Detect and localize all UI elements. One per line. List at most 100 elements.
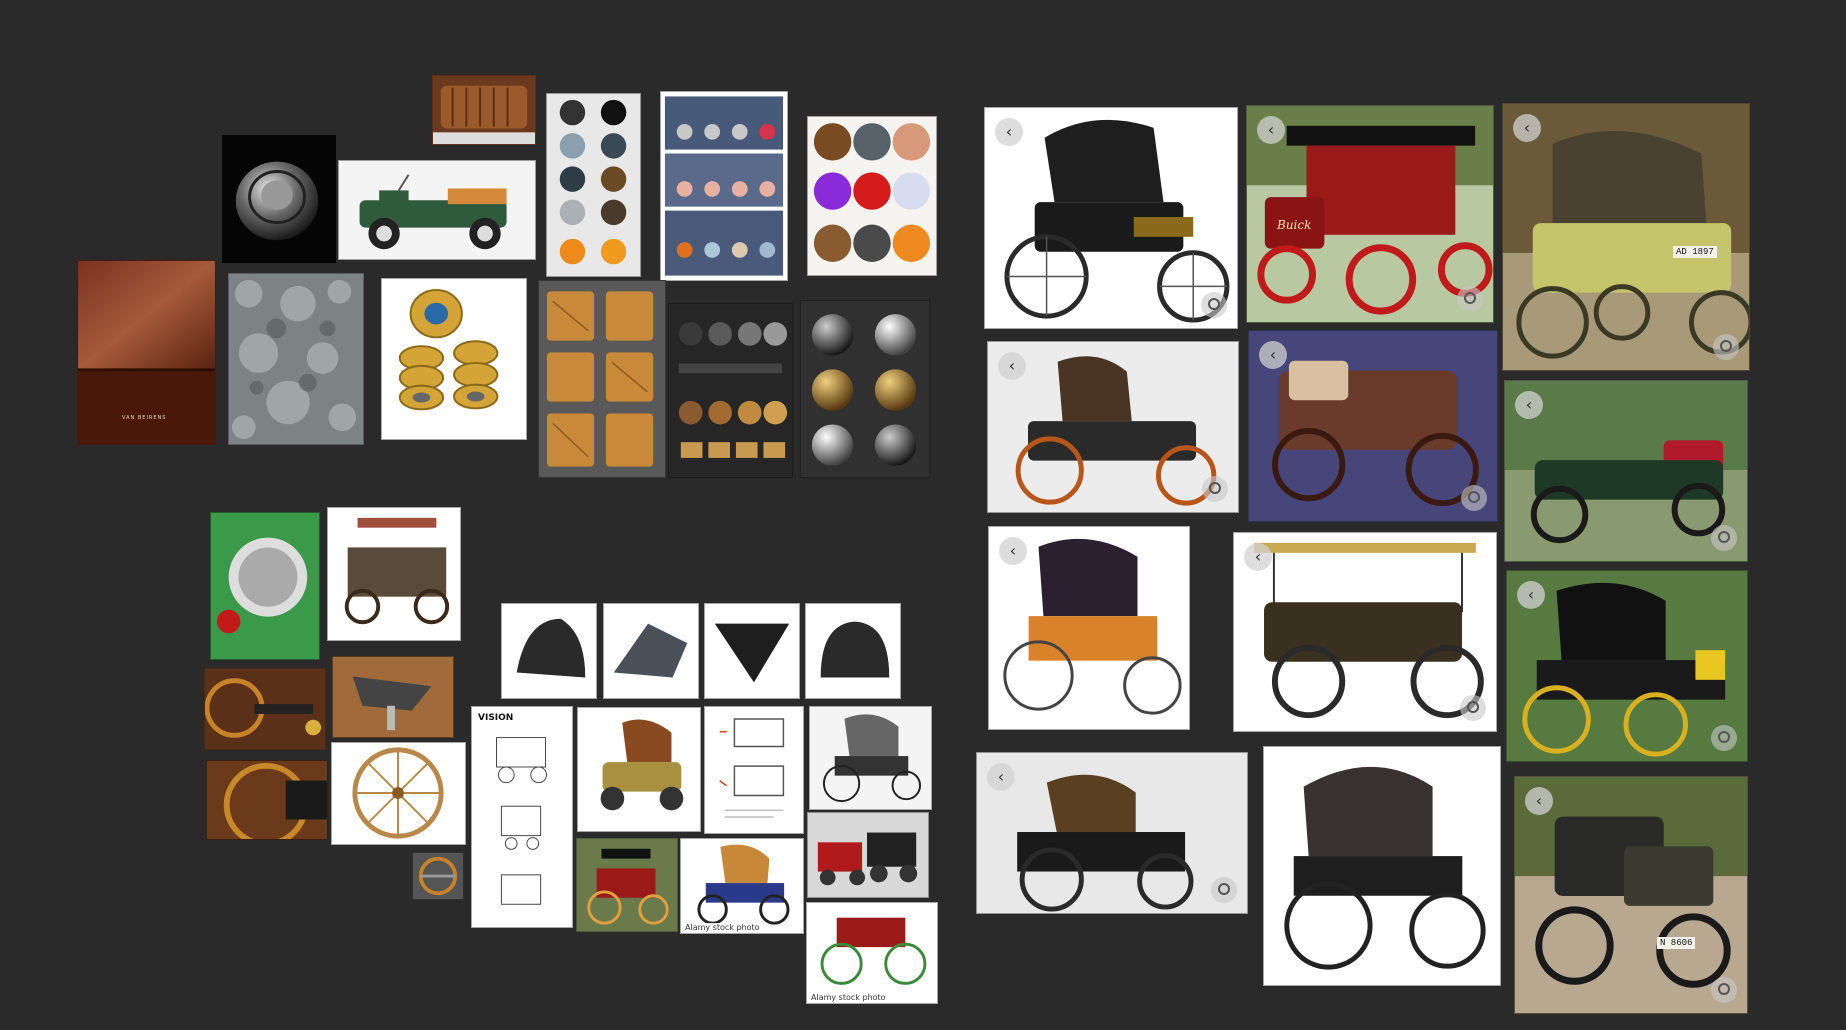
seat-mechanism-photo[interactable] [332, 656, 454, 738]
prev-chevron-icon[interactable]: ‹ [987, 763, 1015, 791]
black-yellow-carriage[interactable]: ‹ [1506, 570, 1748, 762]
toy-truck-image [339, 161, 535, 259]
olive-veteran-car-image [1503, 104, 1749, 370]
dark-veteran-car[interactable]: N 8606 ‹ [1514, 776, 1748, 1014]
steering-photo-1[interactable] [204, 668, 326, 750]
buick-red-car[interactable]: Buick ‹ [1246, 105, 1494, 323]
stock-caption: Alamy stock photo [809, 993, 888, 1002]
prev-chevron-icon[interactable]: ‹ [1515, 391, 1543, 419]
prev-chevron-icon[interactable]: ‹ [1257, 116, 1285, 144]
leather-brand-text: VAN BEIRENS [122, 415, 167, 421]
prev-chevron-icon[interactable]: ‹ [1259, 341, 1287, 369]
material-presets-image [669, 304, 792, 477]
visual-search-icon[interactable] [1211, 877, 1237, 903]
metal-spheres-image [801, 301, 929, 477]
rusty-vehicle-photo[interactable] [327, 507, 461, 641]
leather-seat-image [433, 76, 535, 144]
museum-carriage-2-image [977, 753, 1247, 913]
hammered-metal-texture[interactable] [228, 273, 364, 445]
hood-render-3[interactable] [704, 603, 800, 699]
black-hood-carriage[interactable] [1263, 746, 1501, 986]
material-grid-image [661, 92, 787, 280]
visual-search-icon[interactable] [1711, 525, 1737, 551]
orange-carriage[interactable]: ‹ [988, 526, 1190, 730]
blue-carriage-drawing[interactable]: Alamy stock photo [680, 838, 804, 934]
bw-carriage-drawing[interactable] [809, 706, 932, 810]
hood-render-1[interactable] [501, 603, 597, 699]
steering-2-image [207, 761, 327, 839]
green-wheel-carriage[interactable]: Alamy stock photo [806, 902, 938, 1004]
showroom-image [808, 813, 928, 897]
leather-seat-photo[interactable] [432, 75, 536, 145]
hood-diagram-image [705, 707, 803, 833]
hood-diagram[interactable] [704, 706, 804, 834]
bearings-image [382, 279, 526, 439]
veteran-car-museum[interactable]: ‹ [987, 341, 1239, 513]
green-headlight-photo[interactable] [210, 512, 320, 660]
wood-metal-spheres-image [808, 117, 936, 275]
steering-photo-2[interactable] [206, 760, 328, 840]
wood-grain-sheet[interactable] [538, 280, 666, 478]
visual-search-icon[interactable] [1457, 286, 1483, 312]
prev-chevron-icon[interactable]: ‹ [1517, 581, 1545, 609]
red-carriage-photo[interactable] [576, 838, 678, 932]
visual-search-icon[interactable] [1461, 485, 1487, 511]
gold-car-render-image [578, 708, 700, 831]
buick-red-car-image [1247, 106, 1493, 322]
visual-search-icon[interactable] [1711, 725, 1737, 751]
wood-grain-image [539, 281, 665, 477]
hood-render-4[interactable] [805, 603, 901, 699]
wood-metal-spheres[interactable] [807, 116, 937, 276]
visual-search-icon[interactable] [1201, 292, 1227, 318]
dark-veteran-car-image [1515, 777, 1747, 1013]
hood-render-3-image [705, 604, 799, 698]
prev-chevron-icon[interactable]: ‹ [1525, 787, 1553, 815]
prev-chevron-icon[interactable]: ‹ [999, 537, 1027, 565]
material-spheres-image [547, 94, 640, 276]
steering-1-image [205, 669, 325, 749]
prev-chevron-icon[interactable]: ‹ [998, 352, 1026, 380]
steering-wheel-small[interactable] [412, 852, 464, 900]
brass-bearings-photo[interactable] [381, 278, 527, 440]
green-open-car[interactable]: ‹ [1504, 380, 1748, 562]
veteran-car-purple-bg[interactable]: ‹ [1248, 330, 1498, 522]
blueprint-label: VISION [478, 713, 514, 723]
metal-knob-photo[interactable] [222, 135, 336, 263]
prev-chevron-icon[interactable]: ‹ [1244, 543, 1272, 571]
prev-chevron-icon[interactable]: ‹ [1513, 114, 1541, 142]
veteran-car-1-image [985, 108, 1237, 328]
blueprint-image [472, 708, 572, 926]
hood-render-4-image [806, 604, 900, 698]
buick-badge: Buick [1277, 218, 1312, 232]
material-spheres-chart[interactable] [546, 93, 641, 277]
material-presets-sheet[interactable] [668, 303, 793, 478]
visual-search-icon[interactable] [1460, 695, 1486, 721]
wooden-wheel-photo[interactable] [331, 742, 466, 845]
visual-search-icon[interactable] [1202, 476, 1228, 502]
blueprint-sheet[interactable]: VISION [471, 706, 573, 928]
wooden-wheel-image [332, 743, 465, 844]
olive-veteran-car[interactable]: AD 1897 ‹ [1502, 103, 1750, 371]
bw-carriage-image [810, 707, 931, 809]
stock-caption: Alamy stock photo [683, 923, 762, 932]
steering-wheel-small-image [413, 853, 463, 899]
visual-search-icon[interactable] [1711, 977, 1737, 1003]
green-wheel-carriage-image [807, 903, 937, 1003]
rusty-vehicle-image [328, 508, 460, 640]
seat-mechanism-image [333, 657, 453, 737]
hood-render-2-image [604, 604, 698, 698]
prev-chevron-icon[interactable]: ‹ [995, 118, 1023, 146]
showroom-cars-photo[interactable] [807, 812, 929, 898]
visual-search-icon[interactable] [1713, 334, 1739, 360]
material-grid-sheet[interactable] [660, 91, 788, 281]
red-carriage-image [577, 839, 677, 931]
museum-carriage-2[interactable]: ‹ [976, 752, 1248, 914]
surrey-top-car[interactable]: ‹ [1233, 532, 1497, 732]
metal-knob-image [223, 136, 335, 262]
veteran-car-1[interactable]: ‹ [984, 107, 1238, 329]
metal-spheres-sheet[interactable] [800, 300, 930, 478]
gold-car-render[interactable] [577, 707, 701, 832]
toy-truck-photo[interactable] [338, 160, 536, 260]
hood-render-2[interactable] [603, 603, 699, 699]
brown-leather-swatch[interactable]: VAN BEIRENS [77, 260, 216, 445]
